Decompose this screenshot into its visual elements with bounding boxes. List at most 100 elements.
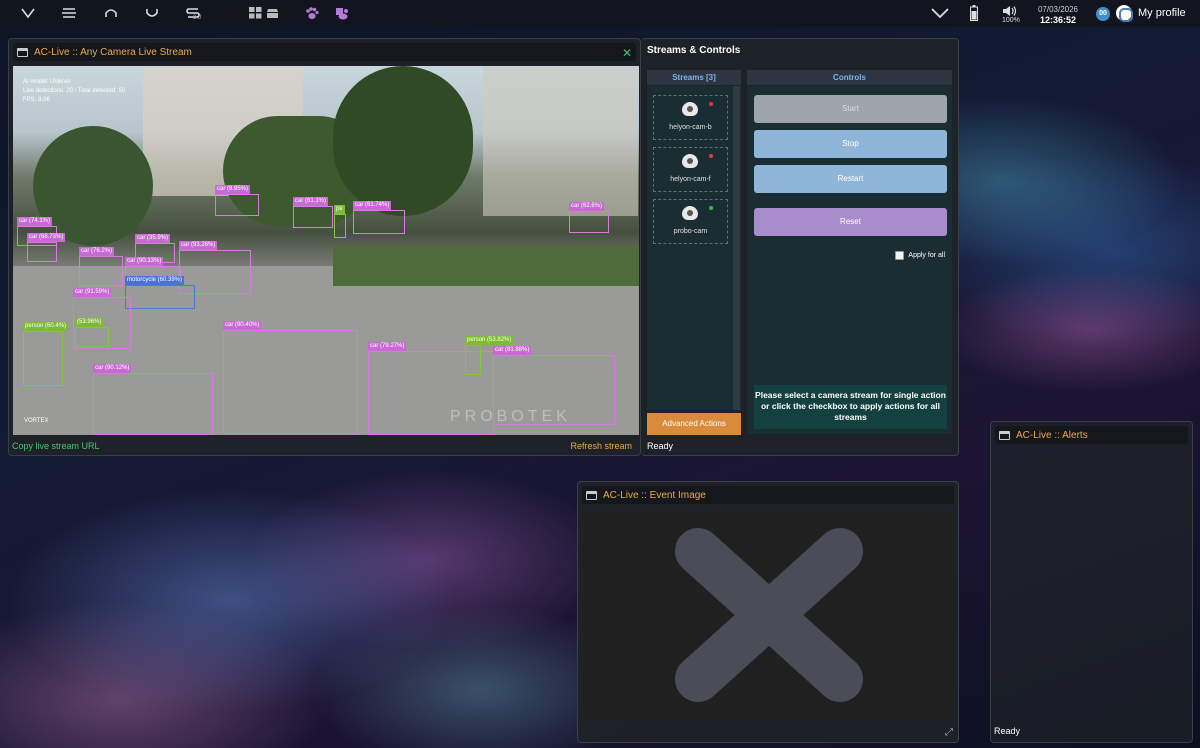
expand-icon[interactable]: ⤢ — [945, 727, 953, 738]
detection-box: (53.96%) — [75, 318, 109, 347]
median-shape — [333, 246, 639, 286]
camera-icon — [682, 102, 698, 116]
streams-header: Streams [3] — [647, 70, 741, 85]
event-image-window: AC-Live :: Event Image ⤢ — [577, 481, 959, 743]
apply-all-checkbox[interactable] — [895, 251, 905, 260]
stream-name: probo-cam — [673, 228, 708, 235]
detection-box: person (53.82%) — [465, 336, 514, 375]
streams-controls-window: Streams & Controls Streams [3] Controls … — [641, 38, 959, 456]
grid-icon[interactable] — [248, 4, 262, 22]
status-dot — [709, 154, 713, 158]
detection-label: car (61.74%) — [353, 201, 392, 210]
controls-panel: Start Stop Restart Reset Apply for all P… — [747, 86, 952, 434]
camera-icon — [682, 206, 698, 220]
cup-icon[interactable] — [143, 4, 161, 22]
live-stream-titlebar[interactable]: AC-Live :: Any Camera Live Stream ✕ — [13, 43, 636, 61]
stream-item[interactable]: helyon-cam-f — [653, 147, 728, 192]
streams-list: helyon-cam-b helyon-cam-f probo-cam — [647, 86, 741, 410]
stack-icon[interactable] — [265, 4, 279, 22]
detection-label: car (35.9%) — [135, 234, 171, 243]
detection-label: motorcycle (60.39%) — [125, 276, 185, 285]
detection-label: person (60.4%) — [23, 322, 69, 331]
overlay-line: Live detections: 20 / Total detected: 50 — [23, 88, 126, 94]
detection-box: car (8.95%) — [215, 185, 259, 216]
detection-label: car (79.27%) — [368, 342, 407, 351]
no-image-x-icon — [675, 528, 863, 702]
copy-stream-url-link[interactable]: Copy live stream URL — [12, 441, 100, 451]
window-title: AC-Live :: Any Camera Live Stream — [34, 46, 192, 58]
profile-icon[interactable] — [1116, 5, 1133, 22]
dropdown-chevron-icon[interactable] — [930, 4, 950, 22]
stream-name: helyon-cam-f — [670, 176, 711, 183]
detection-label: car (90.40%) — [223, 321, 262, 330]
refresh-stream-link[interactable]: Refresh stream — [570, 441, 632, 451]
detection-label: car (81.88%) — [493, 346, 532, 355]
detection-label: car (76.2%) — [79, 247, 115, 256]
live-stream-window: AC-Live :: Any Camera Live Stream ✕ AI m… — [8, 38, 641, 456]
detection-box: car (61.1%) — [293, 197, 333, 228]
watermark: PROBOTEK — [450, 408, 571, 425]
profile-link[interactable]: My profile — [1138, 7, 1186, 19]
status-text: Ready — [994, 726, 1021, 736]
paw-app-icon[interactable] — [334, 4, 350, 22]
arch-icon[interactable] — [102, 4, 120, 22]
volume-level: 100% — [1002, 17, 1020, 24]
detection-label: car (74.1%) — [17, 217, 53, 226]
window-icon — [999, 430, 1010, 440]
info-message: Please select a camera stream for single… — [754, 385, 947, 429]
restart-button[interactable]: Restart — [754, 165, 947, 193]
detection-label: car (8.95%) — [215, 185, 251, 194]
status-dot — [709, 206, 713, 210]
date-text: 07/03/2026 — [1037, 5, 1079, 14]
menu-icon[interactable] — [60, 4, 78, 22]
camera-feed[interactable]: AI model: Unikron Live detections: 20 / … — [13, 66, 639, 435]
window-icon — [586, 490, 597, 500]
stream-item[interactable]: helyon-cam-b — [653, 95, 728, 140]
streams-scrollbar[interactable] — [733, 86, 740, 410]
s-tool-version: 2.0 — [193, 15, 202, 21]
status-dot — [709, 102, 713, 106]
battery-icon — [968, 4, 980, 22]
apply-all-label: Apply for all — [908, 252, 945, 259]
start-button[interactable]: Start — [754, 95, 947, 123]
v-chevron-icon[interactable] — [20, 4, 36, 22]
paw-icon[interactable] — [305, 4, 319, 22]
detection-box: car (76.2%) — [79, 247, 123, 286]
top-bar: 2.0 100% 07/03/2026 12:36:52 00 My profi… — [0, 0, 1200, 27]
detection-box: car (61.74%) — [353, 201, 405, 234]
detection-label: car (62.6%) — [569, 202, 605, 211]
detection-label: car (90.13%) — [125, 257, 164, 266]
detection-box: car (62.6%) — [569, 202, 609, 233]
apply-for-all[interactable]: Apply for all — [895, 251, 945, 260]
stop-button[interactable]: Stop — [754, 130, 947, 158]
detection-box: person (60.4%) — [23, 322, 69, 386]
stream-item[interactable]: probo-cam — [653, 199, 728, 244]
window-title: AC-Live :: Event Image — [603, 489, 706, 501]
clock: 07/03/2026 12:36:52 — [1035, 5, 1081, 25]
detection-label: (53.96%) — [75, 318, 104, 327]
detection-box: car (90.12%) — [93, 364, 213, 435]
detection-box: motorcycle (60.39%) — [125, 276, 195, 309]
alerts-titlebar[interactable]: AC-Live :: Alerts — [995, 426, 1188, 444]
reset-button[interactable]: Reset — [754, 208, 947, 236]
notification-badge[interactable]: 00 — [1096, 7, 1110, 21]
detection-label: car (61.1%) — [293, 197, 329, 206]
alerts-window: AC-Live :: Alerts Ready — [990, 421, 1193, 743]
window-title: Streams & Controls — [647, 45, 741, 56]
status-text: Ready — [647, 441, 674, 451]
event-image-titlebar[interactable]: AC-Live :: Event Image — [582, 486, 954, 504]
camera-icon — [682, 154, 698, 168]
detection-label: car (90.12%) — [93, 364, 132, 373]
detection-box: car (68.73%) — [27, 233, 66, 262]
detection-label: car (93.26%) — [179, 241, 218, 250]
detection-label: pe — [334, 205, 345, 214]
ai-overlay: AI model: Unikron Live detections: 20 / … — [23, 78, 125, 105]
detection-label: car (68.73%) — [27, 233, 66, 242]
detection-box: pe — [334, 205, 346, 238]
overlay-line: FPS: 8.06 — [23, 97, 50, 103]
overlay-line: AI model: Unikron — [23, 79, 71, 85]
advanced-actions-button[interactable]: Advanced Actions — [647, 413, 741, 435]
time-text: 12:36:52 — [1039, 15, 1077, 25]
window-icon — [17, 47, 28, 57]
close-icon[interactable]: ✕ — [622, 46, 632, 60]
